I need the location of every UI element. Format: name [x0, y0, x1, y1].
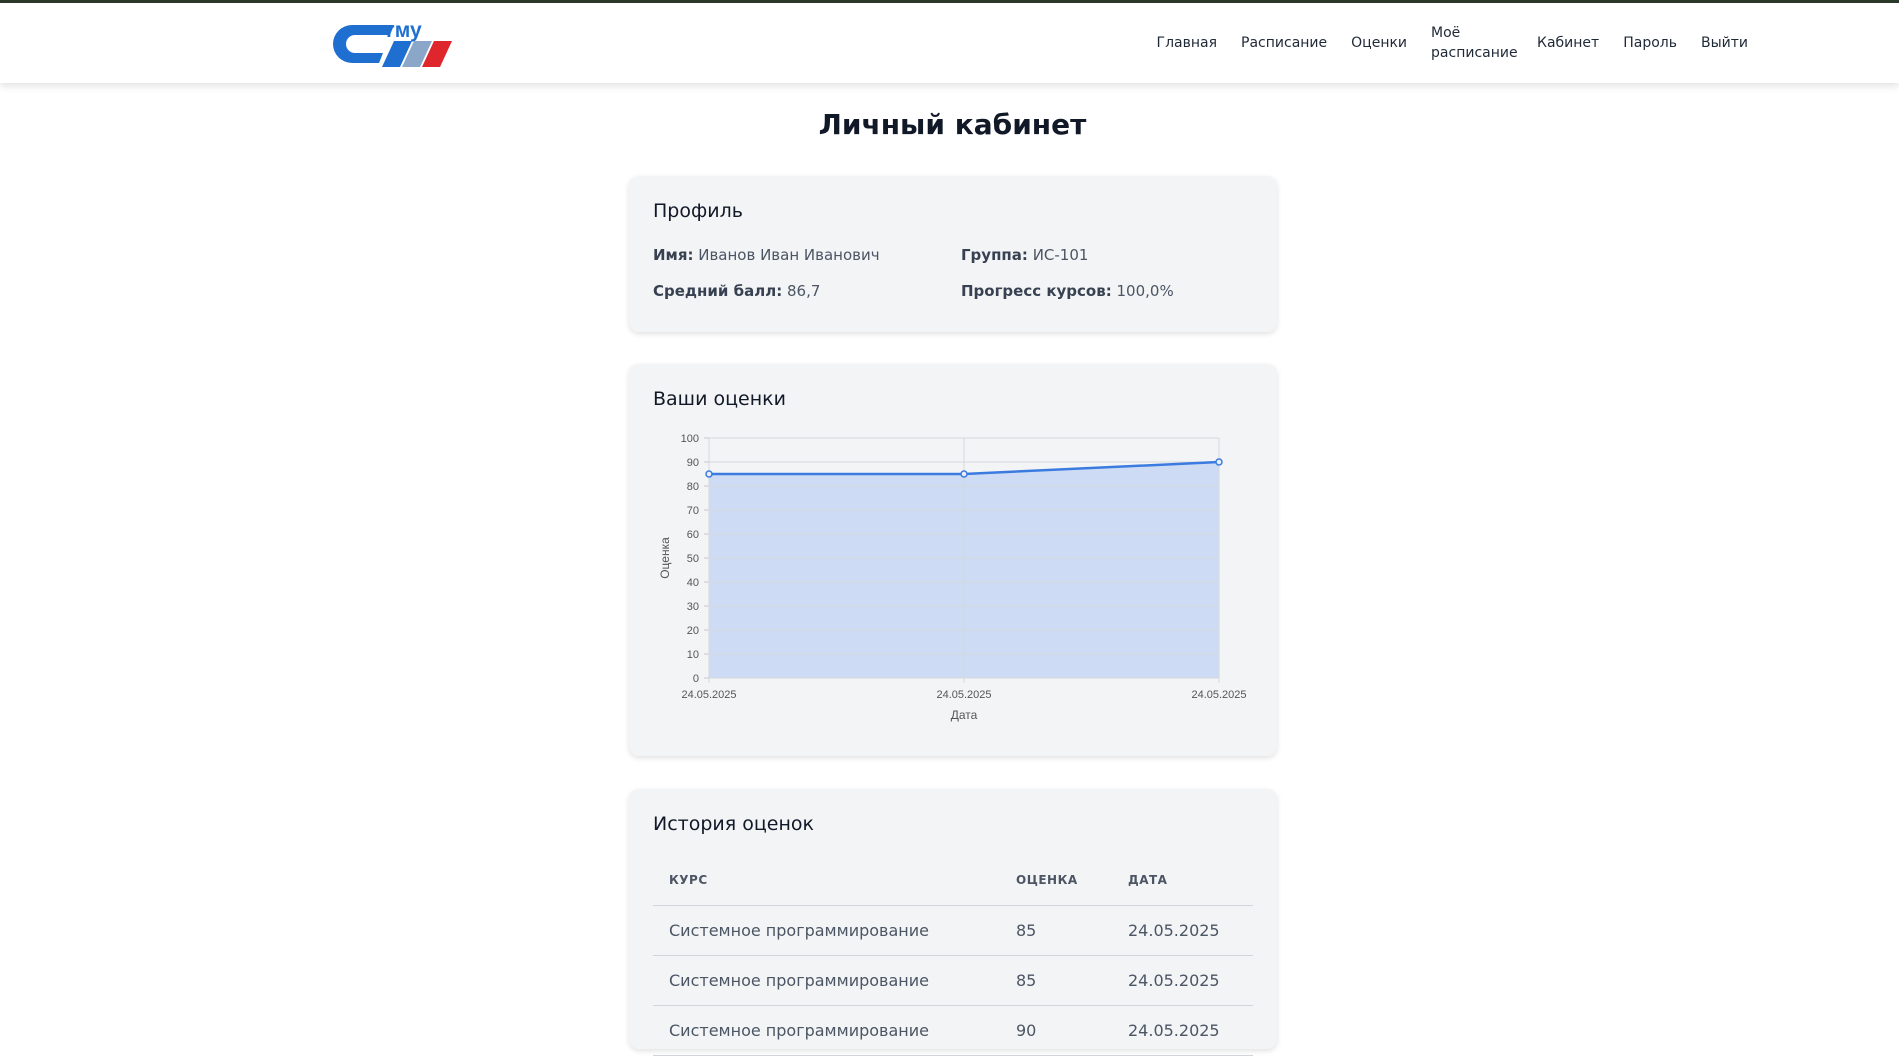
nav-schedule-link[interactable]: Расписание — [1241, 33, 1327, 53]
x-tick-label: 24.05.2025 — [936, 689, 991, 701]
y-tick-label: 50 — [687, 553, 699, 565]
y-axis-title: Оценка — [658, 537, 672, 579]
y-tick-label: 80 — [687, 481, 699, 493]
table-row: Системное программирование 90 24.05.2025 — [653, 1005, 1253, 1056]
table-row: Системное программирование 85 24.05.2025 — [653, 905, 1253, 956]
nav-logout-link[interactable]: Выйти — [1701, 33, 1748, 53]
y-tick-label: 30 — [687, 601, 699, 613]
page-title: Личный кабинет — [818, 108, 1087, 141]
y-tick-label: 40 — [687, 577, 699, 589]
course-cell: Системное программирование — [653, 1005, 1000, 1056]
x-axis-title: Дата — [951, 708, 978, 722]
profile-name: Имя: Иванов Иван Иванович — [653, 246, 961, 264]
date-cell: 24.05.2025 — [1112, 1005, 1253, 1056]
profile-details: Имя: Иванов Иван Иванович Группа: ИС-101… — [653, 246, 1253, 300]
grades-chart-title: Ваши оценки — [653, 388, 786, 410]
progress-value: 100,0% — [1116, 282, 1174, 300]
y-tick-label: 90 — [687, 457, 699, 469]
group-value: ИС-101 — [1032, 246, 1089, 264]
data-point — [960, 470, 968, 478]
main-nav: Главная Расписание Оценки Моё расписание… — [1133, 3, 1748, 83]
grade-cell: 85 — [1000, 905, 1112, 956]
table-header-row: КУРС ОЦЕНКА ДАТА — [653, 855, 1253, 906]
column-header-grade: ОЦЕНКА — [1000, 855, 1112, 906]
profile-group: Группа: ИС-101 — [961, 246, 1253, 264]
y-tick-label: 70 — [687, 505, 699, 517]
logo-letters: гму — [386, 19, 422, 42]
profile-progress: Прогресс курсов: 100,0% — [961, 282, 1253, 300]
column-header-date: ДАТА — [1112, 855, 1253, 906]
profile-card: Профиль Имя: Иванов Иван Иванович Группа… — [629, 176, 1277, 332]
data-point — [705, 470, 713, 478]
grade-cell: 85 — [1000, 955, 1112, 1006]
name-value: Иванов Иван Иванович — [698, 246, 880, 264]
grade-cell: 90 — [1000, 1005, 1112, 1056]
course-cell: Системное программирование — [653, 905, 1000, 956]
x-tick-label: 24.05.2025 — [1191, 689, 1246, 701]
y-tick-label: 60 — [687, 529, 699, 541]
profile-title: Профиль — [653, 200, 743, 222]
column-header-course: КУРС — [653, 855, 1000, 906]
y-tick-label: 20 — [687, 625, 699, 637]
y-tick-label: 0 — [693, 673, 699, 685]
group-label: Группа: — [961, 246, 1028, 264]
site-header: гму Главная Расписание Оценки Моё распис… — [0, 3, 1899, 83]
progress-label: Прогресс курсов: — [961, 282, 1112, 300]
nav-home-link[interactable]: Главная — [1157, 33, 1217, 53]
date-cell: 24.05.2025 — [1112, 905, 1253, 956]
nav-grades-link[interactable]: Оценки — [1351, 33, 1407, 53]
date-cell: 24.05.2025 — [1112, 955, 1253, 1006]
table-row: Системное программирование 85 24.05.2025 — [653, 955, 1253, 1006]
grade-history-table: КУРС ОЦЕНКА ДАТА Системное программирова… — [653, 855, 1253, 1056]
grades-chart-card: Ваши оценки 0 10 20 30 40 50 60 70 80 90 100 24.05.… — [629, 364, 1277, 756]
grade-history-card: История оценок КУРС ОЦЕНКА ДАТА Системно… — [629, 789, 1277, 1056]
y-tick-label: 100 — [681, 433, 699, 445]
x-tick-label: 24.05.2025 — [681, 689, 736, 701]
average-label: Средний балл: — [653, 282, 783, 300]
course-cell: Системное программирование — [653, 955, 1000, 1006]
nav-password-link[interactable]: Пароль — [1623, 33, 1677, 53]
name-label: Имя: — [653, 246, 694, 264]
y-tick-label: 10 — [687, 649, 699, 661]
grade-history-title: История оценок — [653, 813, 814, 835]
nav-cabinet-link[interactable]: Кабинет — [1537, 33, 1599, 53]
university-logo[interactable]: гму — [328, 19, 470, 69]
grades-line-chart: 0 10 20 30 40 50 60 70 80 90 100 24.05.2025 24.05.20… — [658, 433, 1247, 722]
profile-average: Средний балл: 86,7 — [653, 282, 961, 300]
nav-my-schedule-link[interactable]: Моё расписание — [1431, 23, 1518, 63]
average-value: 86,7 — [787, 282, 821, 300]
data-point — [1215, 458, 1223, 466]
